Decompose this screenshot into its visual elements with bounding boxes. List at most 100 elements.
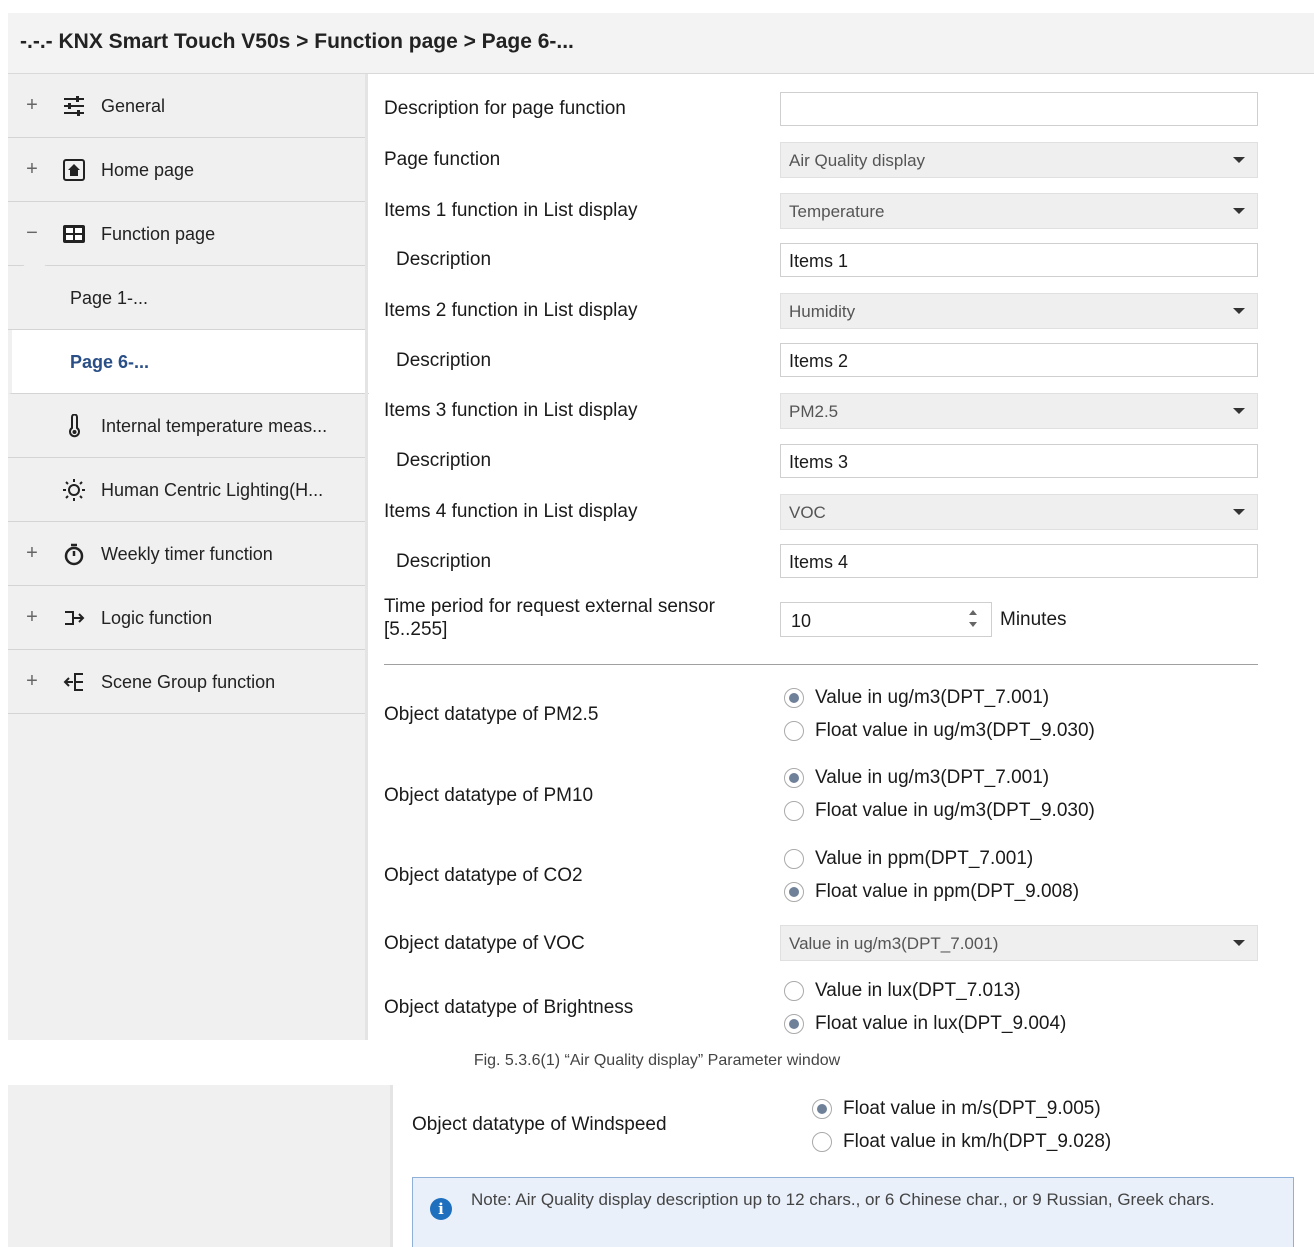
sidebar-item-human-centric-lighting[interactable]: Human Centric Lighting(H... <box>8 458 365 522</box>
sidebar-item-label: Internal temperature meas... <box>101 416 328 436</box>
divider <box>384 664 1258 665</box>
pm25-radio-1[interactable] <box>784 688 804 708</box>
sidebar: + General + Home page − Function page Pa… <box>8 74 369 1040</box>
select-value: VOC <box>789 503 826 522</box>
expand-icon[interactable]: + <box>24 542 40 565</box>
voc-select[interactable]: Value in ug/m3(DPT_7.001) <box>780 925 1258 961</box>
time-period-label-2: [5..255] <box>384 619 448 640</box>
desc2-input[interactable]: Items 2 <box>780 343 1258 377</box>
desc-page-input[interactable] <box>780 92 1258 126</box>
select-value: Temperature <box>789 202 885 221</box>
windspeed-option-2[interactable]: Float value in km/h(DPT_9.028) <box>843 1131 1111 1153</box>
sidebar-item-label: Logic function <box>101 608 213 628</box>
desc-page-label: Description for page function <box>384 98 626 119</box>
sidebar-item-label: Page 6-... <box>70 352 150 372</box>
sidebar-item-page-1[interactable]: Page 1-... <box>8 266 365 330</box>
logic-icon <box>65 611 85 625</box>
thermometer-icon <box>69 414 80 438</box>
brightness-option-2[interactable]: Float value in lux(DPT_9.004) <box>815 1013 1066 1035</box>
sidebar-item-weekly-timer[interactable]: + Weekly timer function <box>8 522 365 586</box>
co2-radio-1[interactable] <box>784 849 804 869</box>
sidebar-item-label: Human Centric Lighting(H... <box>101 480 324 500</box>
expand-icon[interactable]: + <box>24 158 40 181</box>
splitter[interactable] <box>390 1085 393 1247</box>
pm10-radio-2[interactable] <box>784 801 804 821</box>
dropdown-arrow-icon <box>1233 208 1245 214</box>
sidebar-item-home-page[interactable]: + Home page <box>8 138 365 202</box>
select-value: Humidity <box>789 302 856 321</box>
stopwatch-icon <box>64 543 84 566</box>
stepper-value: 10 <box>791 611 812 631</box>
co2-option-1[interactable]: Value in ppm(DPT_7.001) <box>815 848 1033 870</box>
desc4-input[interactable]: Items 4 <box>780 544 1258 578</box>
item1-label: Items 1 function in List display <box>384 200 638 221</box>
windspeed-radio-1[interactable] <box>812 1099 832 1119</box>
expand-icon[interactable]: + <box>24 606 40 629</box>
windspeed-label: Object datatype of Windspeed <box>412 1114 667 1135</box>
sidebar-item-label: Page 1-... <box>70 288 149 308</box>
dropdown-arrow-icon <box>1233 308 1245 314</box>
sidebar-item-label: Home page <box>101 160 195 180</box>
sliders-icon <box>64 96 84 116</box>
windspeed-radio-2[interactable] <box>812 1132 832 1152</box>
note-box: i Note: Air Quality display description … <box>412 1177 1294 1247</box>
sidebar-item-label: Function page <box>101 224 216 244</box>
expand-icon[interactable]: + <box>24 670 40 693</box>
select-value: PM2.5 <box>789 402 839 421</box>
page-function-select[interactable]: Air Quality display <box>780 142 1258 178</box>
dropdown-arrow-icon <box>1233 509 1245 515</box>
scene-icon <box>63 673 83 691</box>
grid-icon <box>63 225 85 243</box>
sidebar-item-internal-temperature[interactable]: Internal temperature meas... <box>8 394 365 458</box>
brightness-option-1[interactable]: Value in lux(DPT_7.013) <box>815 980 1021 1002</box>
brightness-radio-2[interactable] <box>784 1014 804 1034</box>
sidebar-item-label: Weekly timer function <box>101 544 273 564</box>
info-icon: i <box>430 1198 452 1220</box>
sidebar-item-label: General <box>101 96 166 116</box>
pm25-option-2[interactable]: Float value in ug/m3(DPT_9.030) <box>815 720 1095 742</box>
item4-label: Items 4 function in List display <box>384 501 638 522</box>
title-bar: -.-.- KNX Smart Touch V50s > Function pa… <box>8 13 1314 74</box>
stepper-down-icon[interactable] <box>969 622 977 627</box>
desc2-label: Description <box>396 350 492 371</box>
item1-select[interactable]: Temperature <box>780 193 1258 229</box>
select-value: Value in ug/m3(DPT_7.001) <box>789 934 999 953</box>
stepper-up-icon[interactable] <box>969 610 977 615</box>
time-unit-label: Minutes <box>1000 609 1067 630</box>
sidebar-item-label: Scene Group function <box>101 672 276 692</box>
co2-label: Object datatype of CO2 <box>384 865 583 886</box>
desc1-input[interactable]: Items 1 <box>780 243 1258 277</box>
windspeed-option-1[interactable]: Float value in m/s(DPT_9.005) <box>843 1098 1101 1120</box>
pm25-option-1[interactable]: Value in ug/m3(DPT_7.001) <box>815 687 1049 709</box>
pm10-radio-1[interactable] <box>784 768 804 788</box>
sidebar-item-scene-group[interactable]: + Scene Group function <box>8 650 365 714</box>
note-text: Note: Air Quality display description up… <box>471 1190 1215 1209</box>
figure-caption: Fig. 5.3.6(1) “Air Quality display” Para… <box>473 1052 841 1069</box>
expand-icon[interactable]: + <box>24 94 40 117</box>
collapse-icon[interactable]: − <box>24 222 40 245</box>
sidebar-item-page-6[interactable]: Page 6-... <box>8 330 369 394</box>
brightness-radio-1[interactable] <box>784 981 804 1001</box>
pm10-label: Object datatype of PM10 <box>384 785 594 806</box>
desc1-label: Description <box>396 249 492 270</box>
sidebar-item-general[interactable]: + General <box>8 74 365 138</box>
pm10-option-2[interactable]: Float value in ug/m3(DPT_9.030) <box>815 800 1095 822</box>
item4-select[interactable]: VOC <box>780 494 1258 530</box>
item3-label: Items 3 function in List display <box>384 400 638 421</box>
item3-select[interactable]: PM2.5 <box>780 393 1258 429</box>
pm10-option-1[interactable]: Value in ug/m3(DPT_7.001) <box>815 767 1049 789</box>
sidebar-item-function-page[interactable]: − Function page <box>8 202 365 278</box>
pm25-radio-2[interactable] <box>784 721 804 741</box>
desc4-label: Description <box>396 551 492 572</box>
sidebar-item-logic-function[interactable]: + Logic function <box>8 586 365 650</box>
co2-radio-2[interactable] <box>784 882 804 902</box>
voc-label: Object datatype of VOC <box>384 933 585 954</box>
desc3-input[interactable]: Items 3 <box>780 444 1258 478</box>
splitter[interactable] <box>365 74 368 1040</box>
select-value: Air Quality display <box>789 151 926 170</box>
co2-option-2[interactable]: Float value in ppm(DPT_9.008) <box>815 881 1079 903</box>
dropdown-arrow-icon <box>1233 408 1245 414</box>
home-icon <box>63 159 85 181</box>
time-period-stepper[interactable]: 10 <box>780 602 992 637</box>
item2-select[interactable]: Humidity <box>780 293 1258 329</box>
